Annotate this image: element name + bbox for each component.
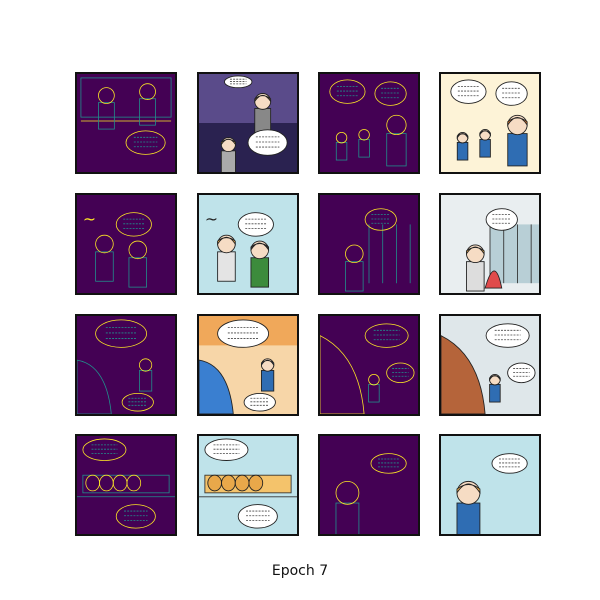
tile-image (441, 74, 539, 172)
image-grid: ~ ~ (75, 72, 541, 536)
svg-text:~: ~ (83, 209, 96, 228)
tile-image (441, 436, 539, 534)
tile-image (329, 79, 407, 167)
tile-r1-c1-original: ~ (197, 193, 299, 295)
tile-r0-c3-original (439, 72, 541, 174)
tile-r2-c0-edge-map (75, 314, 177, 416)
tile-r3-c2-edge-map (318, 434, 420, 536)
tile-r0-c0-edge-map (75, 72, 177, 174)
tile-r2-c1-original (197, 314, 299, 416)
tile-r3-c3-original (439, 434, 541, 536)
tile-image (441, 316, 539, 414)
tile-r3-c1-original (197, 434, 299, 536)
tile-image (320, 323, 415, 414)
tile-image: ~ (83, 209, 152, 288)
tile-r0-c2-edge-map (318, 72, 420, 174)
tile-image (441, 195, 539, 293)
svg-text:~: ~ (205, 209, 218, 228)
tile-image (199, 74, 297, 172)
tile-image (345, 208, 411, 292)
epoch-caption: Epoch 7 (271, 563, 329, 579)
tile-r1-c2-edge-map (318, 193, 420, 295)
tile-image (77, 319, 154, 414)
tile-r2-c3-original (439, 314, 541, 416)
tile-r3-c0-edge-map (75, 434, 177, 536)
tile-image (199, 436, 297, 534)
tile-image (80, 77, 172, 155)
tile-r0-c1-original (197, 72, 299, 174)
tile-r1-c3-original (439, 193, 541, 295)
tile-r2-c2-edge-map (318, 314, 420, 416)
tile-image (335, 453, 407, 534)
tile-image (77, 438, 175, 529)
tile-r1-c0-edge-map: ~ (75, 193, 177, 295)
tile-image: ~ (199, 195, 297, 293)
tile-image (199, 316, 297, 414)
